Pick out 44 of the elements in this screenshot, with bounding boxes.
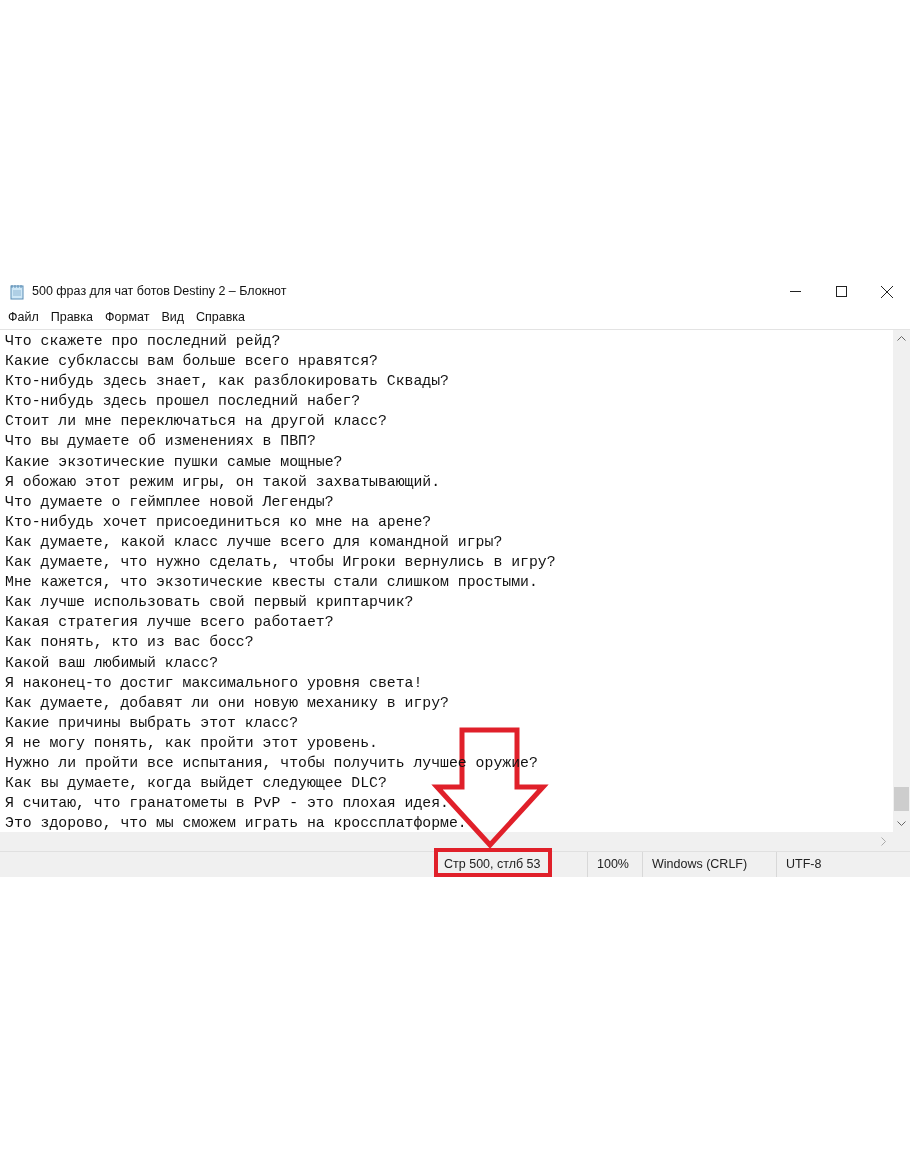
text-line: Это здорово, что мы сможем играть на кроссплатформе. xyxy=(5,814,467,834)
text-line: Кто-нибудь здесь знает, как разблокировать Сквады? xyxy=(5,372,449,392)
maximize-icon xyxy=(835,286,847,297)
notepad-icon xyxy=(9,283,25,300)
text-line: Как думаете, какой класс лучше всего для командной игры? xyxy=(5,532,503,552)
text-line: Как думаете, добавят ли они новую механику в игру? xyxy=(5,693,449,713)
encoding: UTF-8 xyxy=(786,857,822,872)
menu-item[interactable]: Формат xyxy=(98,307,156,327)
text-line: Что вы думаете об изменениях в ПВП? xyxy=(5,432,316,452)
text-line: Какая стратегия лучше всего работает? xyxy=(5,613,334,633)
scroll-right-icon[interactable] xyxy=(881,837,886,846)
text-line: Как думаете, что нужно сделать, чтобы Игроки вернулись в игру? xyxy=(5,553,556,573)
text-line: Я наконец-то достиг максимального уровня света! xyxy=(5,673,423,693)
text-line: Стоит ли мне переключаться на другой класс? xyxy=(5,412,387,432)
text-line: Как вы думаете, когда выйдет следующее DLC? xyxy=(5,774,387,794)
text-line: Я обожаю этот режим игры, он такой захватывающий. xyxy=(5,472,441,492)
line-endings: Windows (CRLF) xyxy=(652,857,748,872)
menu-item[interactable]: Файл xyxy=(2,307,45,327)
text-line: Кто-нибудь хочет присоединиться ко мне на арене? xyxy=(5,512,432,532)
text-line: Кто-нибудь здесь прошел последний набег? xyxy=(5,392,361,412)
zoom-level: 100% xyxy=(597,857,629,872)
minimize-icon xyxy=(789,291,801,292)
text-line: Что думаете о геймплее новой Легенды? xyxy=(5,492,334,512)
cursor-position: Стр 500, стлб 53 xyxy=(444,857,541,872)
text-line: Какой ваш любимый класс? xyxy=(5,653,219,673)
vertical-scrollbar[interactable] xyxy=(893,330,910,832)
close-icon xyxy=(881,285,893,298)
scrollbar-thumb[interactable] xyxy=(894,787,909,811)
text-line: Какие причины выбрать этот класс? xyxy=(5,713,299,733)
text-line: Я считаю, что гранатометы в PvP - это плохая идея. xyxy=(5,794,449,814)
text-line: Как лучше использовать свой первый криптарчик? xyxy=(5,593,414,613)
text-line: Что скажете про последний рейд? xyxy=(5,332,281,351)
text-line: Как понять, кто из вас босс? xyxy=(5,633,254,653)
scroll-up-icon[interactable] xyxy=(897,336,906,341)
text-line: Мне кажется, что экзотические квесты стали слишком простыми. xyxy=(5,573,538,593)
menu-item[interactable]: Справка xyxy=(190,307,252,327)
text-line: Какие экзотические пушки самые мощные? xyxy=(5,452,343,472)
window-title: 500 фраз для чат ботов Destiny 2 – Блокнот xyxy=(32,283,287,301)
text-line: Какие субклассы вам больше всего нравятся? xyxy=(5,352,378,372)
text-line: Я не могу понять, как пройти этот уровень. xyxy=(5,733,378,753)
menu-item[interactable]: Правка xyxy=(44,307,99,327)
scroll-down-icon[interactable] xyxy=(897,821,906,826)
menu-item[interactable]: Вид xyxy=(155,307,190,327)
horizontal-scrollbar[interactable] xyxy=(0,832,910,851)
